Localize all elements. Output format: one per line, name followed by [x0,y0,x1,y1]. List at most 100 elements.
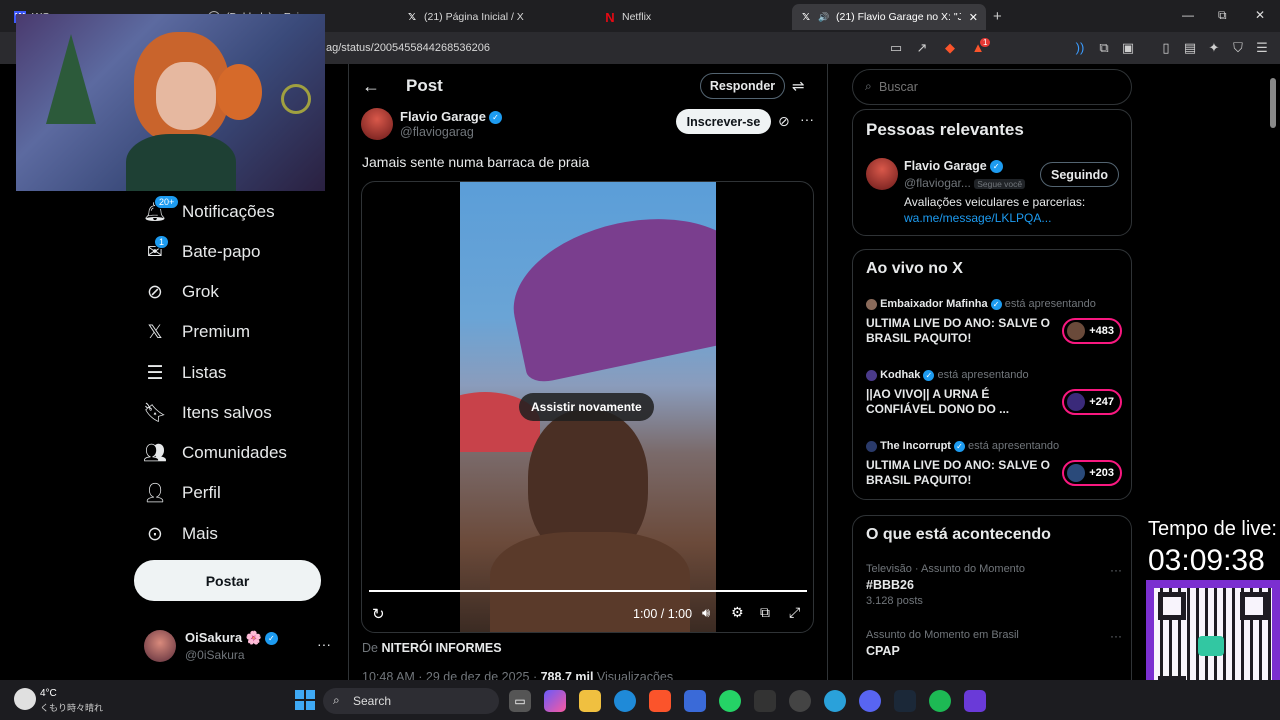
windows-start-icon[interactable] [295,690,315,710]
media-icon[interactable]: ▣ [1120,40,1136,56]
close-tab-icon[interactable]: ✕ [969,11,978,24]
maximize-button[interactable]: ⧉ [1218,8,1227,23]
fullscreen-icon[interactable]: ⤢ [789,604,800,621]
live-listeners-badge[interactable]: +483 [1062,318,1122,344]
video-progress-track[interactable] [369,590,807,592]
page-scrollbar-thumb[interactable] [1270,78,1276,128]
relevant-name[interactable]: Flavio Garage ✓ [904,159,1003,174]
tab-3[interactable]: 𝕏 (21) Página Inicial / X [398,4,588,30]
capcut-icon[interactable] [754,690,776,712]
steam-icon[interactable] [894,690,916,712]
address-bar[interactable]: ag/status/2005455844268536206 [326,38,1070,58]
account-switcher[interactable]: OiSakura 🌸 ✓ @0iSakura ··· [134,622,334,670]
avatar [144,630,176,662]
app-icon[interactable] [964,690,986,712]
sidebar-item-premium[interactable]: 𝕏 Premium [144,317,250,347]
verified-icon: ✓ [989,160,1003,174]
sidebar-item-label: Notificações [182,202,275,221]
taskbar-search-box[interactable]: ⌕ Search [323,688,499,714]
sidebar-item-more[interactable]: ⊙ Mais [144,519,218,549]
tab-label: Netflix [622,11,652,23]
extensions-icon[interactable]: ⧉ [1096,40,1112,56]
more-icon[interactable]: ··· [1110,563,1122,577]
cast-icon[interactable]: ▭ [888,40,904,56]
source-name[interactable]: NITERÓI INFORMES [381,641,501,655]
tab-5-active[interactable]: 𝕏 🔊 (21) Flavio Garage no X: "Jam ✕ [792,4,986,30]
author-handle[interactable]: @flaviogarag [400,125,474,139]
task-view-icon[interactable]: ▭ [509,690,531,712]
sidebar-item-bookmarks[interactable]: 🔖︎ Itens salvos [143,398,272,428]
tab-4[interactable]: N Netflix [596,4,786,30]
minimize-button[interactable]: — [1182,8,1194,22]
replay-overlay-button[interactable]: Assistir novamente [519,393,654,421]
copilot-icon[interactable] [544,690,566,712]
obs-icon[interactable] [789,690,811,712]
store-icon[interactable] [684,690,706,712]
live-item[interactable]: The Incorrupt ✓ está apresentando ULTIMA … [866,438,1122,494]
account-more-icon[interactable]: ··· [317,636,331,652]
relevant-bio: Avaliações veiculares e parcerias: [904,195,1086,209]
vpn-icon[interactable]: ⛉ [1230,40,1246,56]
wallet-icon[interactable]: ▤ [1182,40,1198,56]
live-item[interactable]: Embaixador Mafinha ✓ está apresentando UL… [866,296,1122,352]
grok-icon[interactable]: ⊘ [778,113,790,130]
back-arrow-icon[interactable]: ← [362,76,380,97]
live-listeners-badge[interactable]: +203 [1062,460,1122,486]
close-window-button[interactable]: ✕ [1255,8,1265,22]
sidebar-toggle-icon[interactable]: ▯ [1158,40,1174,56]
trend-context: Televisão · Assunto do Momento [866,563,1025,575]
weather-icon[interactable] [14,688,36,710]
tab-label: (21) Página Inicial / X [424,11,524,23]
relevant-link[interactable]: wa.me/message/LKLPQA... [904,211,1051,225]
audio-icon[interactable]: )) [1072,40,1088,56]
more-icon[interactable]: ··· [1110,629,1122,643]
whatsapp-icon[interactable] [719,690,741,712]
search-box[interactable]: ⌕ [852,69,1132,105]
author-avatar[interactable] [361,108,393,140]
post-button[interactable]: Postar [134,560,321,601]
sidebar-item-grok[interactable]: ⊘ Grok [144,277,219,307]
trend-item[interactable]: Televisão · Assunto do Momento #BBB26 3.… [866,563,1122,615]
spotify-icon[interactable] [929,690,951,712]
new-tab-button[interactable]: + [993,8,1002,25]
picture-in-picture-icon[interactable]: ⧉ [760,604,770,621]
search-input[interactable] [879,78,1119,96]
author-name[interactable]: Flavio Garage ✓ [400,109,502,125]
settings-icon[interactable]: ⚙ [731,604,744,621]
filter-icon[interactable]: ⇌ [792,77,805,95]
live-title: ||AO VIVO|| A URNA É CONFIÁVEL DONO DO .… [866,387,1010,416]
listener-count: +203 [1089,467,1114,479]
streamer-body-shape [126,134,236,191]
share-icon[interactable]: ↗ [914,40,930,56]
file-explorer-icon[interactable] [579,690,601,712]
avatar[interactable] [866,158,898,190]
telegram-icon[interactable] [824,690,846,712]
leo-icon[interactable]: ✦ [1206,40,1222,56]
edge-icon[interactable] [614,690,636,712]
person-icon: 👤︎ [142,483,168,504]
bell-icon: 🔔︎ 20+ [143,195,180,223]
menu-icon[interactable]: ☰ [1254,40,1270,56]
reply-button[interactable]: Responder [700,73,785,99]
more-icon[interactable]: ··· [800,111,814,127]
page-title: Post [406,76,443,95]
video-player[interactable]: Assistir novamente ↻ 1:00 / 1:00 🔊︎ ⚙ ⧉ … [361,181,814,633]
brave-icon[interactable] [649,690,671,712]
live-listeners-badge[interactable]: +247 [1062,389,1122,415]
mail-icon: ✉ 1 [144,235,170,263]
sidebar-item-communities[interactable]: 👥︎ Comunidades [143,438,287,468]
sidebar-item-chat[interactable]: ✉ 1 Bate-papo [144,235,260,267]
live-item[interactable]: Kodhak ✓ está apresentando ||AO VIVO|| A … [866,367,1122,423]
subscribe-button[interactable]: Inscrever-se [676,109,771,134]
webcam-overlay [16,14,325,191]
replay-icon[interactable]: ↻ [372,605,385,623]
trend-item[interactable]: Assunto do Momento em Brasil CPAP ··· [866,629,1122,669]
sidebar-item-profile[interactable]: 👤︎ Perfil [142,478,221,508]
following-button[interactable]: Seguindo [1040,162,1119,187]
discord-icon[interactable] [859,690,881,712]
brave-shield-icon[interactable]: ◆ [942,40,958,56]
sidebar-item-lists[interactable]: ☰ Listas [144,358,226,388]
volume-icon[interactable]: 🔊︎ [702,605,710,621]
search-icon: ⌕ [333,693,340,707]
sidebar-item-notifications[interactable]: 🔔︎ 20+ Notificações [143,195,275,227]
